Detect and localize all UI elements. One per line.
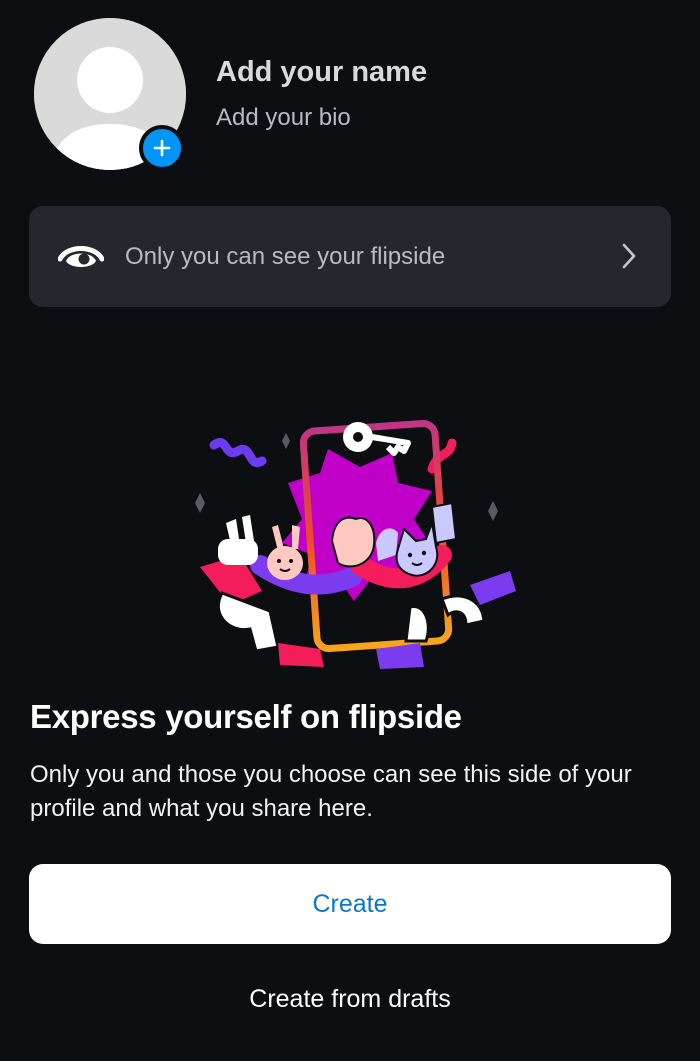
add-photo-button[interactable] — [139, 125, 185, 171]
eye-icon — [57, 239, 105, 280]
chevron-right-icon — [621, 242, 637, 275]
privacy-label: Only you can see your flipside — [125, 243, 446, 270]
create-button[interactable]: Create — [29, 864, 671, 944]
flipside-privacy-row[interactable]: Only you can see your flipside — [29, 206, 671, 307]
add-bio-field[interactable]: Add your bio — [216, 104, 351, 132]
plus-icon — [153, 139, 171, 157]
create-from-drafts-button[interactable]: Create from drafts — [0, 985, 700, 1014]
promo-headline: Express yourself on flipside — [30, 698, 462, 735]
flipside-illustration — [170, 415, 530, 680]
add-name-field[interactable]: Add your name — [216, 56, 427, 89]
promo-description: Only you and those you choose can see th… — [30, 761, 632, 822]
